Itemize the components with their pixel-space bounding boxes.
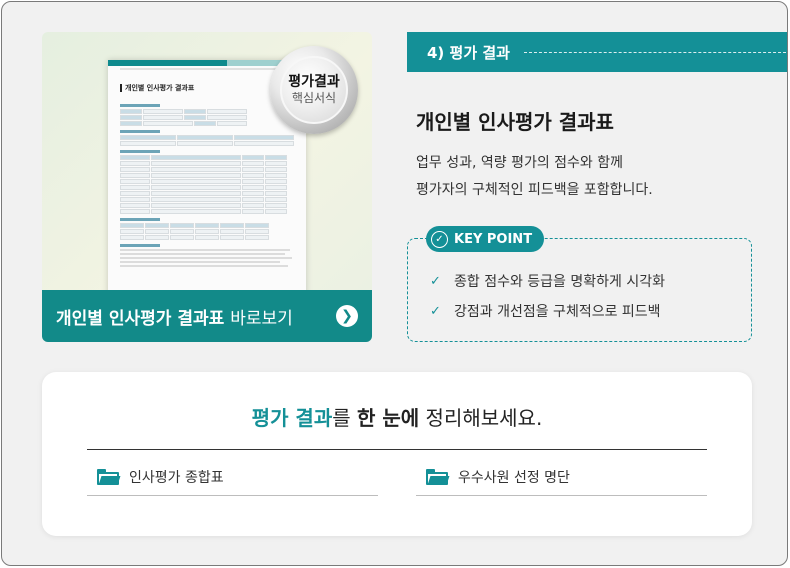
link-label: 인사평가 종합표 bbox=[129, 469, 224, 486]
core-template-seal: 평가결과 핵심서식 bbox=[270, 46, 358, 134]
key-point-badge: ✓ KEY POINT bbox=[426, 226, 545, 252]
key-point-list: ✓ 종합 점수와 등급을 명확하게 시각화 ✓ 강점과 개선점을 구체적으로 피… bbox=[430, 266, 665, 326]
list-item: ✓ 강점과 개선점을 구체적으로 피드백 bbox=[430, 296, 665, 326]
summary-tagline: 평가 결과를 한 눈에 정리해보세요. bbox=[42, 402, 752, 431]
folder-icon bbox=[426, 468, 450, 485]
chevron-right-icon[interactable]: ❯ bbox=[336, 305, 358, 327]
tagline-text: 정리해보세요. bbox=[419, 406, 543, 430]
key-point-text: 종합 점수와 등급을 명확하게 시각화 bbox=[454, 274, 665, 290]
document-preview-body bbox=[120, 100, 294, 269]
key-point-text: 강점과 개선점을 구체적으로 피드백 bbox=[454, 304, 661, 320]
tagline-accent: 평가 결과 bbox=[251, 406, 333, 430]
check-icon: ✓ bbox=[430, 303, 441, 319]
content-frame: 개인별 인사평가 결과표 평가결과 핵심서식 개인별 인사평가 결과표 바로보기… bbox=[1, 1, 788, 566]
document-thumbnail-card[interactable]: 개인별 인사평가 결과표 평가결과 핵심서식 개인별 인사평가 결과표 바로보기… bbox=[42, 32, 372, 342]
check-circle-icon: ✓ bbox=[431, 230, 448, 248]
view-document-label: 바로보기 bbox=[230, 308, 293, 329]
list-item: ✓ 종합 점수와 등급을 명확하게 시각화 bbox=[430, 266, 665, 296]
link-label: 우수사원 선정 명단 bbox=[458, 469, 570, 486]
description-line: 평가자의 구체적인 피드백을 포함합니다. bbox=[416, 182, 653, 198]
link-hr-evaluation-summary[interactable]: 인사평가 종합표 bbox=[87, 458, 378, 496]
tagline-bold: 한 눈에 bbox=[357, 406, 420, 430]
description-line: 업무 성과, 역량 평가의 점수와 함께 bbox=[416, 155, 624, 171]
divider bbox=[87, 449, 707, 450]
step-banner: 4) 평가 결과 bbox=[407, 32, 787, 72]
view-document-title: 개인별 인사평가 결과표 bbox=[56, 308, 225, 329]
section-title: 개인별 인사평가 결과표 bbox=[416, 110, 614, 134]
section-description: 업무 성과, 역량 평가의 점수와 함께 평가자의 구체적인 피드백을 포함합니… bbox=[416, 150, 653, 204]
summary-card: 평가 결과를 한 눈에 정리해보세요. 인사평가 종합표 우수사원 선정 명단 bbox=[42, 372, 752, 536]
seal-line1: 평가결과 bbox=[288, 74, 340, 90]
dashed-divider bbox=[523, 51, 787, 53]
check-icon: ✓ bbox=[430, 273, 441, 289]
key-point-label: KEY POINT bbox=[454, 231, 533, 247]
view-document-button[interactable]: 개인별 인사평가 결과표 바로보기 ❯ bbox=[42, 290, 372, 342]
link-top-employee-list[interactable]: 우수사원 선정 명단 bbox=[416, 458, 707, 496]
tagline-text: 를 bbox=[332, 406, 358, 430]
folder-icon bbox=[97, 468, 121, 485]
seal-line2: 핵심서식 bbox=[291, 91, 337, 105]
step-label: 4) 평가 결과 bbox=[427, 43, 510, 62]
